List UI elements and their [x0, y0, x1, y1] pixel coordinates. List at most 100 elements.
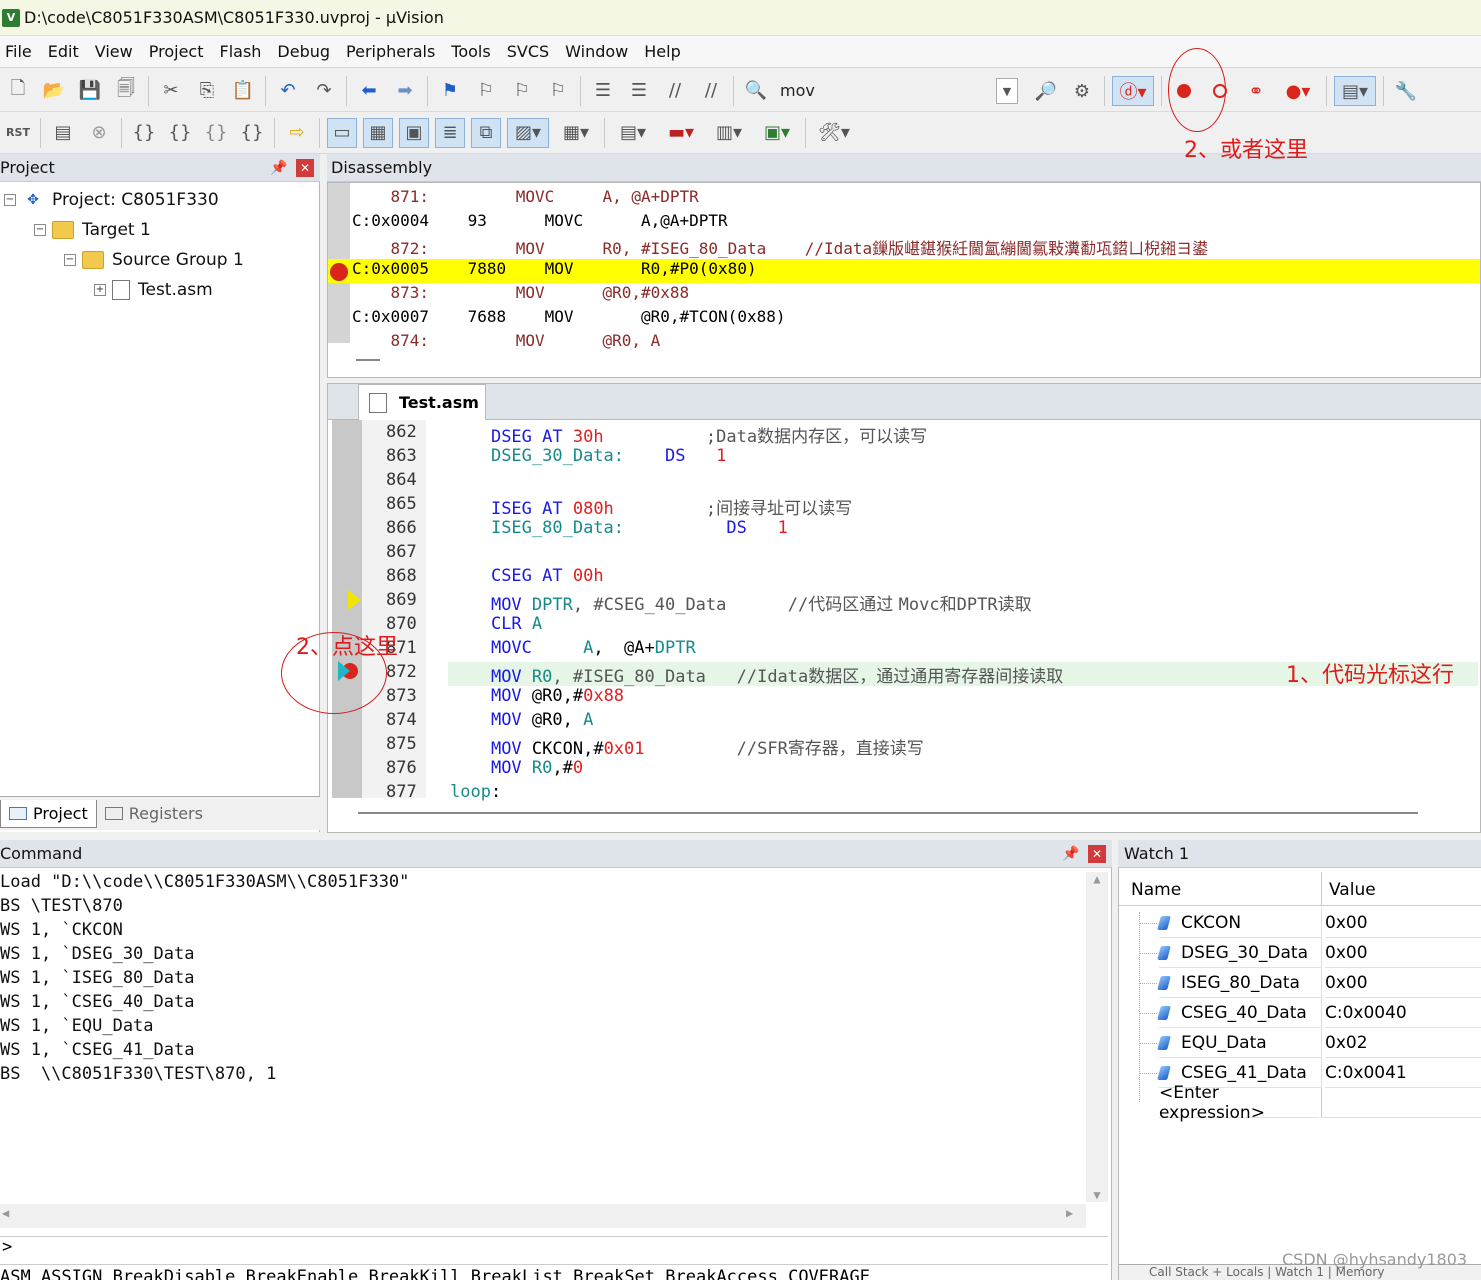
tab-project[interactable]: Project — [0, 799, 97, 828]
call-stack-window-icon[interactable]: ⧉ — [471, 117, 501, 148]
menu-edit[interactable]: Edit — [43, 42, 90, 61]
scroll-up-icon[interactable]: ▲ — [1086, 872, 1108, 886]
editor-hscroll-thumb[interactable] — [358, 812, 1418, 814]
tree-expander[interactable]: − — [64, 254, 76, 266]
step-out-icon[interactable]: {} — [201, 118, 231, 148]
disassembly-window-icon[interactable]: ▦ — [363, 117, 393, 148]
serial-windows-icon[interactable]: ▤▾ — [612, 118, 654, 148]
copy-icon[interactable]: ⎘ — [192, 76, 222, 106]
watch-row-name[interactable]: DSEG_30_Data — [1157, 938, 1321, 968]
scroll-left-icon[interactable]: ◀ — [2, 1206, 9, 1220]
watch-row-value[interactable]: 0x00 — [1325, 908, 1481, 938]
cut-icon[interactable]: ✂ — [156, 76, 186, 106]
disassembly-line[interactable]: 872: MOV R0, #ISEG_80_Data //Idata鏁版嵁鍖猴紝… — [328, 235, 1480, 259]
watch-row-value[interactable]: C:0x0041 — [1325, 1058, 1481, 1088]
comment-icon[interactable]: // — [660, 76, 690, 106]
menu-window[interactable]: Window — [560, 42, 639, 61]
clear-bookmarks-icon[interactable]: ⚐ — [543, 76, 573, 106]
watch-row-name[interactable]: CSEG_40_Data — [1157, 998, 1321, 1028]
editor-line[interactable]: 863 DSEG_30_Data: DS 1 — [328, 446, 1478, 470]
disassembly-line[interactable]: C:0x0007 7688 MOV @R0,#TCON(0x88) — [328, 307, 1480, 331]
watch-col-name[interactable]: Name — [1131, 880, 1181, 900]
scroll-right-icon[interactable]: ▶ — [1066, 1206, 1073, 1220]
next-bookmark-icon[interactable]: ⚐ — [507, 76, 537, 106]
watch-row-value[interactable]: 0x02 — [1325, 1028, 1481, 1058]
watch-row-name[interactable]: EQU_Data — [1157, 1028, 1321, 1058]
tree-expander[interactable]: + — [94, 284, 106, 296]
find-combo-dropdown-icon[interactable]: ▼ — [996, 78, 1018, 104]
editor-line[interactable]: 873 MOV @R0,#0x88 — [328, 686, 1478, 710]
menu-peripherals[interactable]: Peripherals — [341, 42, 446, 61]
disable-all-breakpoints-icon[interactable]: ⚭ — [1241, 76, 1271, 106]
tree-expander[interactable]: − — [34, 224, 46, 236]
paste-icon[interactable]: 📋 — [228, 76, 258, 106]
symbols-window-icon[interactable]: ▣ — [399, 117, 429, 148]
project-window-icon[interactable]: ▤▾ — [1334, 76, 1376, 106]
analysis-windows-icon[interactable]: ▬▾ — [660, 118, 702, 148]
find-icon[interactable]: 🔎 — [1031, 76, 1061, 106]
configure-icon[interactable]: 🔧 — [1391, 76, 1421, 106]
watch-row-name[interactable]: CKCON — [1157, 908, 1321, 938]
disassembly-line[interactable]: C:0x0004 93 MOVC A,@A+DPTR — [328, 211, 1480, 235]
start-stop-debug-icon[interactable]: ⓓ▾ — [1112, 76, 1154, 106]
editor-line[interactable]: 867 — [328, 542, 1478, 566]
memory-windows-icon[interactable]: ▦▾ — [555, 118, 597, 148]
watch-row-value[interactable]: 0x00 — [1325, 938, 1481, 968]
disassembly-line[interactable]: 874: MOV @R0, A — [328, 331, 1480, 355]
close-icon[interactable]: ✕ — [296, 158, 314, 177]
editor-line[interactable]: 876 MOV R0,#0 — [328, 758, 1478, 782]
watch-row-name[interactable]: ISEG_80_Data — [1157, 968, 1321, 998]
watch-enter-expression[interactable]: <Enter expression> — [1159, 1083, 1319, 1123]
menu-project[interactable]: Project — [144, 42, 215, 61]
disassembly-line[interactable]: 873: MOV @R0,#0x88 — [328, 283, 1480, 307]
menu-debug[interactable]: Debug — [272, 42, 341, 61]
reset-cpu-icon[interactable]: RST — [3, 118, 33, 148]
pin-icon[interactable]: 📌 — [270, 160, 287, 176]
step-into-icon[interactable]: {} — [129, 118, 159, 148]
stop-icon[interactable]: ⊗ — [84, 118, 114, 148]
watch-row-value[interactable]: 0x00 — [1325, 968, 1481, 998]
find-combo-text[interactable]: mov — [780, 81, 815, 100]
disassembly-current-line[interactable]: C:0x0005 7880 MOV R0,#P0(0x80) — [328, 259, 1480, 283]
editor-line[interactable]: 865 ISEG AT 080h ;间接寻址可以读写 — [328, 494, 1478, 519]
disassembly-hscroll-thumb[interactable] — [356, 359, 380, 361]
tree-item-file[interactable]: + Test.asm — [94, 280, 213, 300]
open-folder-icon[interactable]: 📂 — [39, 76, 69, 106]
tree-expander[interactable]: − — [4, 194, 16, 206]
tab-test-asm[interactable]: Test.asm — [358, 384, 486, 420]
navigate-back-icon[interactable]: ⬅ — [354, 76, 384, 106]
close-icon[interactable]: ✕ — [1088, 844, 1106, 863]
disassembly-breakpoint-icon[interactable] — [330, 263, 348, 281]
command-vertical-scrollbar[interactable]: ▲ ▼ — [1086, 872, 1108, 1202]
uncomment-icon[interactable]: // — [696, 76, 726, 106]
menu-help[interactable]: Help — [639, 42, 691, 61]
editor-line[interactable]: 877 loop: — [328, 782, 1478, 806]
watch-enter-expression-value[interactable] — [1321, 1088, 1481, 1118]
incremental-find-icon[interactable]: ⚙ — [1067, 76, 1097, 106]
trace-windows-icon[interactable]: ▥▾ — [708, 118, 750, 148]
watch-col-value[interactable]: Value — [1329, 880, 1376, 900]
save-icon[interactable]: 💾 — [75, 76, 105, 106]
command-horizontal-scrollbar[interactable]: ◀ ▶ — [0, 1204, 1086, 1228]
scroll-down-icon[interactable]: ▼ — [1086, 1188, 1108, 1202]
run-to-cursor-icon[interactable]: {} — [237, 118, 267, 148]
editor-line[interactable]: 870 CLR A — [328, 614, 1478, 638]
prev-bookmark-icon[interactable]: ⚐ — [471, 76, 501, 106]
step-over-icon[interactable]: {} — [165, 118, 195, 148]
menu-tools[interactable]: Tools — [446, 42, 501, 61]
watch-row-value[interactable]: C:0x0040 — [1325, 998, 1481, 1028]
menu-flash[interactable]: Flash — [214, 42, 272, 61]
editor-line[interactable]: 864 — [328, 470, 1478, 494]
navigate-forward-icon[interactable]: ➡ — [390, 76, 420, 106]
watch-windows-icon[interactable]: ▨▾ — [507, 117, 549, 148]
undo-icon[interactable]: ↶ — [273, 76, 303, 106]
editor-line[interactable]: 866 ISEG_80_Data: DS 1 — [328, 518, 1478, 542]
menu-svcs[interactable]: SVCS — [502, 42, 560, 61]
kill-all-breakpoints-icon[interactable]: ●▾ — [1277, 76, 1319, 106]
menu-view[interactable]: View — [90, 42, 144, 61]
indent-icon[interactable]: ☰ — [588, 76, 618, 106]
new-file-icon[interactable]: 🗋 — [3, 76, 33, 106]
run-icon[interactable]: ▤ — [48, 118, 78, 148]
save-all-icon[interactable]: 🗐 — [111, 76, 141, 106]
editor-line[interactable]: 875 MOV CKCON,#0x01 //SFR寄存器，直接读写 — [328, 734, 1478, 759]
